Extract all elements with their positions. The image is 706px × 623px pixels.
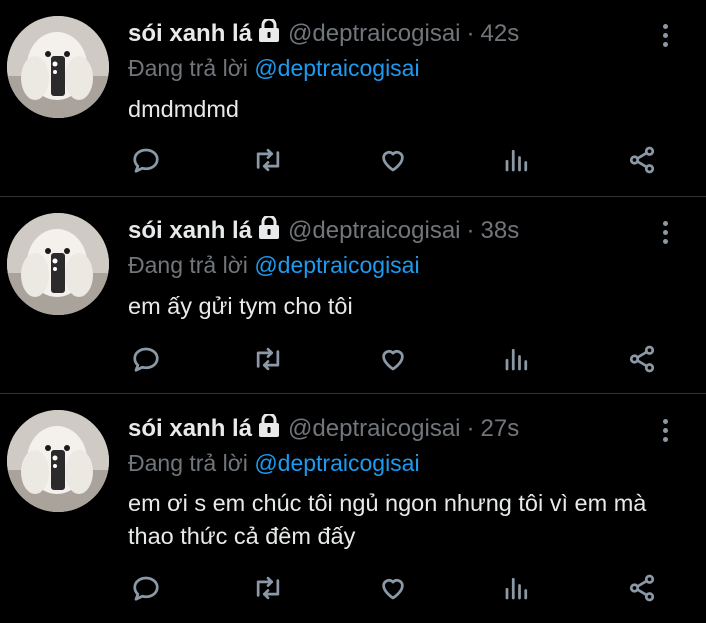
reply-icon <box>133 148 159 173</box>
display-name[interactable]: sói xanh lá <box>128 415 252 443</box>
user-handle[interactable]: @deptraicogisai <box>288 20 460 48</box>
analytics-icon <box>505 149 528 172</box>
tweet-header: sói xanh lá @deptraicogisai · 27s <box>128 412 520 445</box>
share-button[interactable] <box>624 570 660 606</box>
reply-button[interactable] <box>128 570 164 606</box>
reply-button[interactable] <box>128 341 164 377</box>
user-handle[interactable]: @deptraicogisai <box>288 415 460 443</box>
tweet-header: sói xanh lá @deptraicogisai · 38s <box>128 214 520 247</box>
reply-prefix: Đang trả lời <box>128 450 248 476</box>
share-button[interactable] <box>624 341 660 377</box>
lock-icon <box>258 214 280 247</box>
user-handle[interactable]: @deptraicogisai <box>288 217 460 245</box>
tweet-text: dmdmdmd <box>128 96 240 122</box>
analytics-icon <box>505 348 528 371</box>
avatar[interactable] <box>7 16 109 118</box>
lock-icon <box>258 17 280 50</box>
retweet-button[interactable] <box>250 142 286 178</box>
action-bar <box>0 142 706 182</box>
timestamp[interactable]: 27s <box>481 415 520 443</box>
lock-icon <box>258 412 280 445</box>
retweet-icon <box>256 148 280 172</box>
separator: · <box>466 217 475 244</box>
tweet-header: sói xanh lá @deptraicogisai · 42s <box>128 17 520 50</box>
reply-context: Đang trả lời @deptraicogisai <box>128 55 420 82</box>
timestamp[interactable]: 42s <box>481 20 520 48</box>
separator: · <box>466 20 475 47</box>
separator: · <box>466 415 475 442</box>
heart-icon <box>382 350 404 371</box>
reply-icon <box>133 347 159 372</box>
avatar[interactable] <box>7 410 109 512</box>
share-icon <box>629 146 655 174</box>
analytics-button[interactable] <box>499 142 535 178</box>
avatar-image <box>7 213 109 315</box>
reply-mention[interactable]: @deptraicogisai <box>254 55 419 81</box>
display-name[interactable]: sói xanh lá <box>128 20 252 48</box>
timestamp[interactable]: 38s <box>481 217 520 245</box>
like-button[interactable] <box>375 570 411 606</box>
tweet-1[interactable]: sói xanh lá @deptraicogisai · 42s Đang t… <box>0 0 706 196</box>
analytics-button[interactable] <box>499 341 535 377</box>
retweet-icon <box>256 347 280 371</box>
tweet-3[interactable]: sói xanh lá @deptraicogisai · 27s Đang t… <box>0 394 706 623</box>
heart-icon <box>382 579 404 600</box>
reply-mention[interactable]: @deptraicogisai <box>254 450 419 476</box>
heart-icon <box>382 151 404 172</box>
more-vertical-icon[interactable] <box>655 415 675 445</box>
tweet-text: em ơi s em chúc tôi ngủ ngon nhưng tôi v… <box>128 490 647 549</box>
reply-icon <box>133 576 159 601</box>
avatar-image <box>7 410 109 512</box>
analytics-icon <box>505 577 528 600</box>
reply-context: Đang trả lời @deptraicogisai <box>128 450 420 477</box>
reply-prefix: Đang trả lời <box>128 55 248 81</box>
action-bar <box>0 341 706 381</box>
reply-context: Đang trả lời @deptraicogisai <box>128 252 420 279</box>
like-button[interactable] <box>375 341 411 377</box>
share-button[interactable] <box>624 142 660 178</box>
more-vertical-icon[interactable] <box>655 20 675 50</box>
display-name[interactable]: sói xanh lá <box>128 217 252 245</box>
tweet-2[interactable]: sói xanh lá @deptraicogisai · 38s Đang t… <box>0 197 706 393</box>
share-icon <box>629 574 655 602</box>
reply-button[interactable] <box>128 142 164 178</box>
share-icon <box>629 345 655 373</box>
retweet-button[interactable] <box>250 570 286 606</box>
retweet-button[interactable] <box>250 341 286 377</box>
reply-mention[interactable]: @deptraicogisai <box>254 252 419 278</box>
more-vertical-icon[interactable] <box>655 217 675 247</box>
analytics-button[interactable] <box>499 570 535 606</box>
reply-prefix: Đang trả lời <box>128 252 248 278</box>
like-button[interactable] <box>375 142 411 178</box>
avatar[interactable] <box>7 213 109 315</box>
action-bar <box>0 570 706 610</box>
retweet-icon <box>256 576 280 600</box>
avatar-image <box>7 16 109 118</box>
tweet-text: em ấy gửi tym cho tôi <box>128 293 353 319</box>
